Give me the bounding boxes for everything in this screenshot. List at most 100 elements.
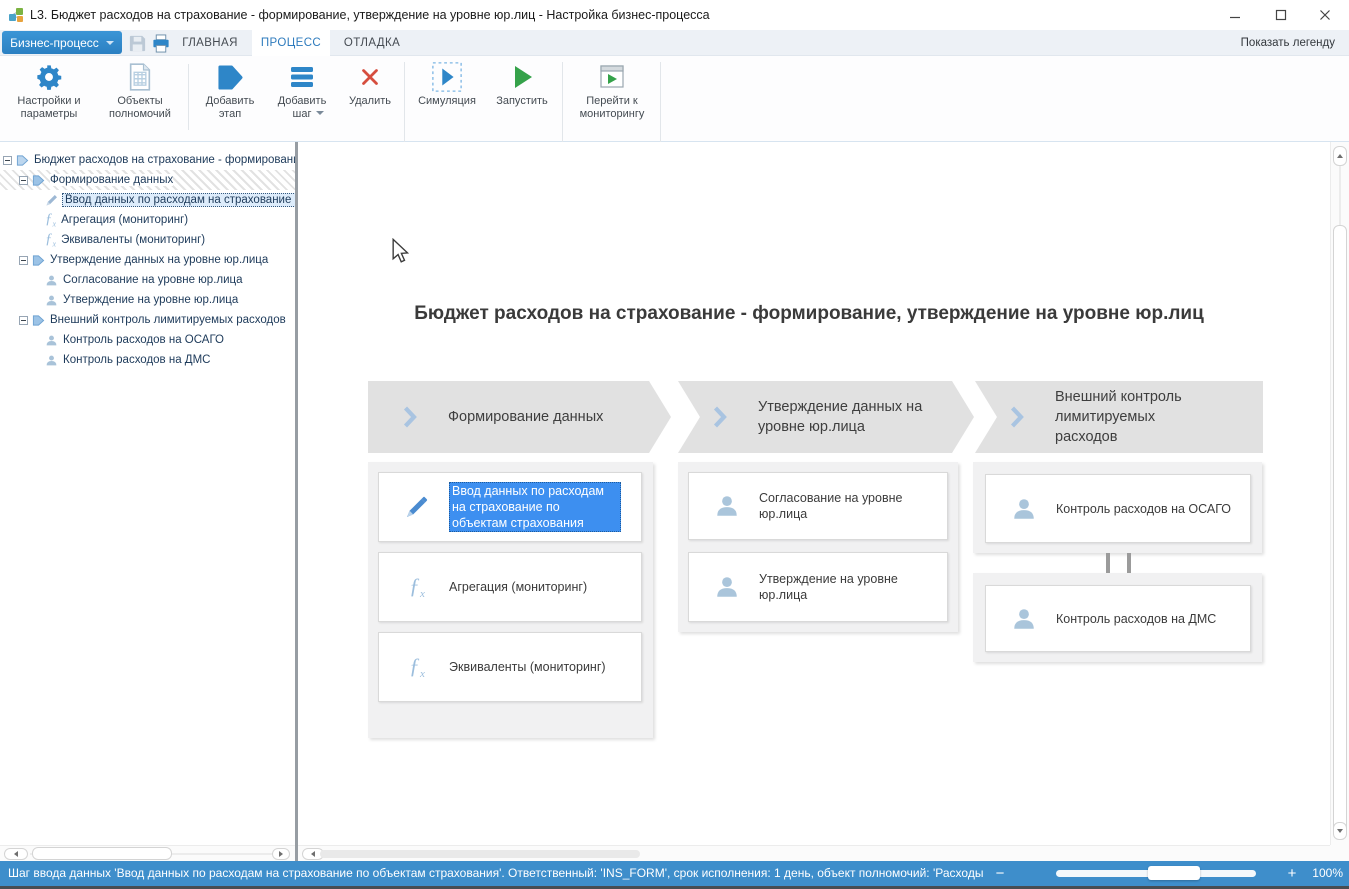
pencil-icon (45, 193, 59, 207)
scrollbar-corner (1330, 845, 1349, 861)
stage-header-approval[interactable]: Утверждение данных на уровне юр.лица (678, 381, 974, 453)
document-table-icon (127, 63, 153, 91)
tree-item-step-input[interactable]: Ввод данных по расходам на страхование п… (0, 190, 295, 210)
arrow-left-icon (14, 851, 18, 857)
arrow-down-icon (1337, 829, 1343, 833)
tree-item-stage-external-control[interactable]: Внешний контроль лимитируемых расходов (0, 310, 295, 330)
tree-item-step-coordination[interactable]: Согласование на уровне юр.лица (0, 270, 295, 290)
zoom-level-value: 100% (1303, 861, 1343, 886)
stage-header-label: Внешний контроль лимитируемых расходов (1055, 387, 1213, 447)
scrollbar-thumb[interactable] (1333, 225, 1347, 835)
person-icon (45, 334, 58, 347)
scroll-right-button[interactable] (272, 848, 290, 860)
step-label: Эквиваленты (мониторинг) (449, 659, 606, 675)
collapse-toggle-icon[interactable] (19, 176, 28, 185)
tree-item-step-osago-control[interactable]: Контроль расходов на ОСАГО (0, 330, 295, 350)
stage-header-label: Утверждение данных на уровне юр.лица (758, 397, 966, 437)
pencil-icon (405, 495, 429, 519)
scroll-down-button[interactable] (1333, 822, 1347, 840)
stage-header-external-control[interactable]: Внешний контроль лимитируемых расходов (975, 381, 1263, 453)
tab-process[interactable]: ПРОЦЕСС (252, 30, 330, 56)
step-card-osago-control[interactable]: Контроль расходов на ОСАГО (985, 474, 1251, 543)
print-button[interactable] (150, 32, 172, 54)
tree-horizontal-scrollbar[interactable] (0, 845, 295, 861)
tree-item-step-aggregation[interactable]: ƒx Агрегация (мониторинг) (0, 210, 295, 230)
run-label: Запустить (496, 95, 548, 108)
scroll-left-button[interactable] (4, 848, 28, 860)
step-card-equivalents[interactable]: ƒx Эквиваленты (мониторинг) (378, 632, 642, 702)
chevron-right-icon (712, 402, 728, 432)
business-process-menu-button[interactable]: Бизнес-процесс (2, 31, 122, 54)
delete-button[interactable]: Удалить (338, 58, 402, 124)
ribbon: Настройки и параметры Объекты полномочий… (0, 56, 1349, 142)
step-card-dms-control[interactable]: Контроль расходов на ДМС (985, 585, 1251, 652)
add-step-button[interactable]: Добавить шаг (268, 58, 336, 124)
step-label: Контроль расходов на ОСАГО (1056, 501, 1231, 517)
mouse-cursor (391, 238, 409, 264)
title-bar: L3. Бюджет расходов на страхование - фор… (0, 0, 1349, 30)
minimize-icon (1229, 9, 1241, 21)
go-to-monitoring-button[interactable]: Перейти к мониторингу (568, 58, 656, 124)
process-tree-panel: Бюджет расходов на страхование - формиро… (0, 142, 295, 845)
stage-arrow-icon (32, 314, 45, 327)
save-button[interactable] (126, 32, 148, 54)
simulation-button[interactable]: Симуляция (410, 58, 484, 124)
delete-label: Удалить (349, 95, 391, 108)
canvas-vertical-scrollbar[interactable] (1330, 142, 1349, 845)
step-label: Согласование на уровне юр.лица (759, 490, 919, 522)
tree-item-root[interactable]: Бюджет расходов на страхование - формиро… (0, 150, 295, 170)
zoom-out-button[interactable]: − (990, 861, 1010, 886)
run-button[interactable]: Запустить (486, 58, 558, 124)
show-legend-link[interactable]: Показать легенду (1241, 30, 1335, 56)
tree-item-step-dms-control[interactable]: Контроль расходов на ДМС (0, 350, 295, 370)
close-button[interactable] (1308, 2, 1342, 28)
step-card-approval[interactable]: Утверждение на уровне юр.лица (688, 552, 948, 622)
tab-debug[interactable]: ОТЛАДКА (340, 30, 404, 56)
person-icon (45, 274, 58, 287)
tree-item-label: Ввод данных по расходам на страхование п… (62, 193, 295, 207)
canvas-horizontal-scrollbar[interactable] (298, 845, 1330, 861)
zoom-in-button[interactable]: + (1282, 861, 1302, 886)
authority-objects-button[interactable]: Объекты полномочий (96, 58, 184, 124)
add-step-label: Добавить шаг (273, 95, 331, 121)
maximize-button[interactable] (1264, 2, 1298, 28)
chevron-right-icon (402, 402, 418, 432)
tree-item-label: Агрегация (мониторинг) (61, 214, 188, 226)
collapse-toggle-icon[interactable] (19, 316, 28, 325)
arrow-up-icon (1337, 154, 1343, 158)
settings-parameters-button[interactable]: Настройки и параметры (6, 58, 92, 124)
step-connector-bar (1127, 553, 1131, 573)
collapse-toggle-icon[interactable] (3, 156, 12, 165)
gear-icon (35, 63, 63, 91)
step-card-input-data[interactable]: Ввод данных по расходам на страхование п… (378, 472, 642, 542)
chevron-down-icon (106, 41, 114, 45)
step-card-coordination[interactable]: Согласование на уровне юр.лица (688, 472, 948, 540)
tree-item-label: Внешний контроль лимитируемых расходов (50, 314, 286, 326)
tree-item-stage-formation[interactable]: Формирование данных (0, 170, 295, 190)
tree-item-step-equivalents[interactable]: ƒx Эквиваленты (мониторинг) (0, 230, 295, 250)
tree-item-label: Формирование данных (50, 174, 173, 186)
stage-header-formation[interactable]: Формирование данных (368, 381, 671, 453)
arrow-right-icon (279, 851, 283, 857)
zoom-slider-thumb[interactable] (1148, 866, 1200, 880)
app-window: L3. Бюджет расходов на страхование - фор… (0, 0, 1349, 889)
tab-main[interactable]: ГЛАВНАЯ (178, 30, 242, 56)
scrollbar-thumb[interactable] (320, 850, 640, 858)
minimize-button[interactable] (1218, 2, 1252, 28)
chevron-right-icon (1009, 402, 1025, 432)
tree-item-label: Эквиваленты (мониторинг) (61, 234, 205, 246)
scrollbar-thumb[interactable] (32, 847, 172, 860)
add-stage-button[interactable]: Добавить этап (192, 58, 268, 124)
person-icon (714, 493, 740, 519)
step-card-aggregation[interactable]: ƒx Агрегация (мониторинг) (378, 552, 642, 622)
window-title: L3. Бюджет расходов на страхование - фор… (30, 0, 710, 30)
collapse-toggle-icon[interactable] (19, 256, 28, 265)
tree-item-step-approval[interactable]: Утверждение на уровне юр.лица (0, 290, 295, 310)
person-icon (1011, 606, 1037, 632)
tree-item-label: Утверждение данных на уровне юр.лица (50, 254, 268, 266)
scroll-up-button[interactable] (1333, 146, 1347, 166)
tree-item-stage-approval[interactable]: Утверждение данных на уровне юр.лица (0, 250, 295, 270)
stage-header-label: Формирование данных (448, 407, 603, 427)
tree-item-label: Утверждение на уровне юр.лица (63, 294, 238, 306)
stage-arrow-icon (32, 254, 45, 267)
